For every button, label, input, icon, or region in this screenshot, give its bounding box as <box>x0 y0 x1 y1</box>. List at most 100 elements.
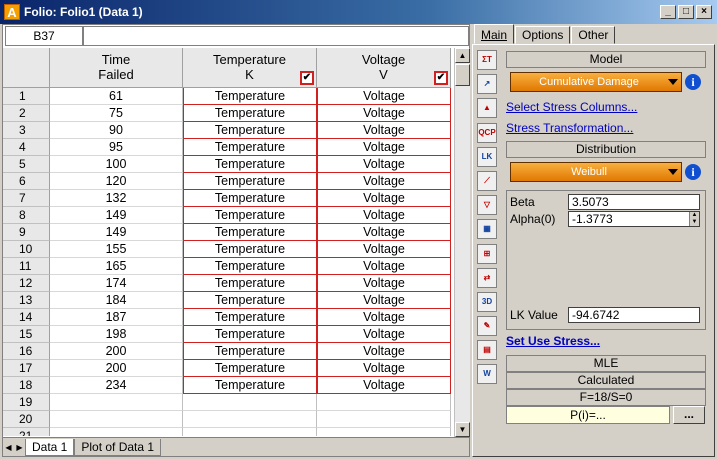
temperature-cell[interactable]: Temperature <box>183 360 317 377</box>
formula-bar[interactable] <box>83 26 469 46</box>
maximize-button[interactable]: □ <box>678 5 694 19</box>
report-icon[interactable]: ▤ <box>477 340 497 361</box>
voltage-cell[interactable]: Voltage <box>317 275 451 292</box>
row-number[interactable]: 10 <box>3 241 50 258</box>
column-header-time[interactable]: Time Failed <box>50 48 183 88</box>
lk-icon[interactable]: LK <box>477 146 497 167</box>
tab-prev-icon[interactable]: ◀ <box>3 441 14 454</box>
row-number[interactable]: 17 <box>3 360 50 377</box>
row-number[interactable]: 6 <box>3 173 50 190</box>
time-cell[interactable]: 132 <box>50 190 183 207</box>
more-options-button[interactable]: ... <box>673 406 705 424</box>
temperature-cell[interactable]: Temperature <box>183 105 317 122</box>
time-cell[interactable]: 149 <box>50 224 183 241</box>
voltage-cell[interactable] <box>317 428 451 436</box>
row-number[interactable]: 11 <box>3 258 50 275</box>
voltage-cell[interactable]: Voltage <box>317 258 451 275</box>
time-cell[interactable]: 75 <box>50 105 183 122</box>
cell-name-box[interactable]: B37 <box>5 26 83 46</box>
corner-cell[interactable] <box>3 48 50 88</box>
select-stress-columns-link[interactable]: Select Stress Columns... <box>506 100 637 114</box>
temperature-cell[interactable]: Temperature <box>183 190 317 207</box>
data-sheet-icon[interactable]: ΣT <box>477 50 497 70</box>
temperature-cell[interactable]: Temperature <box>183 224 317 241</box>
time-cell[interactable]: 200 <box>50 360 183 377</box>
voltage-cell[interactable]: Voltage <box>317 173 451 190</box>
sheet-tab-plot[interactable]: Plot of Data 1 <box>74 438 162 456</box>
temperature-cell[interactable]: Temperature <box>183 309 317 326</box>
temperature-cell[interactable]: Temperature <box>183 377 317 394</box>
time-cell[interactable]: 200 <box>50 343 183 360</box>
voltage-checkbox[interactable]: ✔ <box>434 71 448 85</box>
time-cell[interactable]: 187 <box>50 309 183 326</box>
temperature-cell[interactable]: Temperature <box>183 139 317 156</box>
time-cell[interactable] <box>50 411 183 428</box>
pen-icon[interactable]: ✎ <box>477 316 497 337</box>
temperature-cell[interactable] <box>183 428 317 436</box>
row-number[interactable]: 4 <box>3 139 50 156</box>
distribution-info-icon[interactable]: i <box>685 164 701 180</box>
time-cell[interactable] <box>50 394 183 411</box>
row-number[interactable]: 15 <box>3 326 50 343</box>
scroll-down-button[interactable]: ▼ <box>455 422 470 437</box>
voltage-cell[interactable] <box>317 411 451 428</box>
minimize-button[interactable]: _ <box>660 5 676 19</box>
stress-transformation-link[interactable]: Stress Transformation... <box>506 121 633 135</box>
sheet-tab-data1[interactable]: Data 1 <box>25 438 75 456</box>
row-number[interactable]: 16 <box>3 343 50 360</box>
time-cell[interactable]: 120 <box>50 173 183 190</box>
close-button[interactable]: × <box>696 5 712 19</box>
temperature-cell[interactable]: Temperature <box>183 207 317 224</box>
temperature-cell[interactable] <box>183 411 317 428</box>
set-use-stress-link[interactable]: Set Use Stress... <box>506 334 600 348</box>
voltage-cell[interactable]: Voltage <box>317 343 451 360</box>
plot-icon[interactable]: ↗ <box>477 74 497 95</box>
voltage-cell[interactable]: Voltage <box>317 360 451 377</box>
word-icon[interactable]: W <box>477 364 497 385</box>
time-cell[interactable]: 198 <box>50 326 183 343</box>
temperature-cell[interactable]: Temperature <box>183 275 317 292</box>
voltage-cell[interactable]: Voltage <box>317 105 451 122</box>
spinner-icon[interactable]: ▲ ▼ <box>689 212 699 226</box>
tab-next-icon[interactable]: ▶ <box>14 441 25 454</box>
column-header-temperature[interactable]: Temperature K ✔ <box>183 48 317 88</box>
voltage-cell[interactable] <box>317 394 451 411</box>
filter-icon[interactable]: ▽ <box>477 195 497 216</box>
voltage-cell[interactable]: Voltage <box>317 122 451 139</box>
model-info-icon[interactable]: i <box>685 74 701 90</box>
model-dropdown[interactable]: Cumulative Damage <box>510 72 682 92</box>
transfer-icon[interactable]: ⇄ <box>477 267 497 288</box>
row-number[interactable]: 21 <box>3 428 50 436</box>
temperature-cell[interactable]: Temperature <box>183 156 317 173</box>
voltage-cell[interactable]: Voltage <box>317 292 451 309</box>
row-number[interactable]: 12 <box>3 275 50 292</box>
stress-icon[interactable]: ⊞ <box>477 243 497 264</box>
temperature-cell[interactable]: Temperature <box>183 241 317 258</box>
temperature-cell[interactable]: Temperature <box>183 88 317 105</box>
row-number[interactable]: 14 <box>3 309 50 326</box>
tab-other[interactable]: Other <box>571 26 616 44</box>
temperature-cell[interactable]: Temperature <box>183 343 317 360</box>
3d-icon[interactable]: 3D <box>477 291 497 312</box>
column-header-voltage[interactable]: Voltage V ✔ <box>317 48 451 88</box>
time-cell[interactable]: 234 <box>50 377 183 394</box>
voltage-cell[interactable]: Voltage <box>317 326 451 343</box>
voltage-cell[interactable]: Voltage <box>317 190 451 207</box>
qcp-icon[interactable]: QCP <box>477 122 497 143</box>
row-number[interactable]: 8 <box>3 207 50 224</box>
vertical-scrollbar[interactable]: ▲ ▼ <box>454 48 470 437</box>
time-cell[interactable]: 100 <box>50 156 183 173</box>
voltage-cell[interactable]: Voltage <box>317 241 451 258</box>
row-number[interactable]: 5 <box>3 156 50 173</box>
beta-field[interactable]: 3.5073 <box>568 194 700 210</box>
temperature-cell[interactable]: Temperature <box>183 326 317 343</box>
scroll-up-button[interactable]: ▲ <box>455 48 470 63</box>
voltage-cell[interactable]: Voltage <box>317 88 451 105</box>
row-number[interactable]: 3 <box>3 122 50 139</box>
tab-options[interactable]: Options <box>515 26 571 44</box>
row-number[interactable]: 13 <box>3 292 50 309</box>
row-number[interactable]: 19 <box>3 394 50 411</box>
time-cell[interactable]: 61 <box>50 88 183 105</box>
row-number[interactable]: 20 <box>3 411 50 428</box>
scroll-thumb[interactable] <box>455 64 470 86</box>
